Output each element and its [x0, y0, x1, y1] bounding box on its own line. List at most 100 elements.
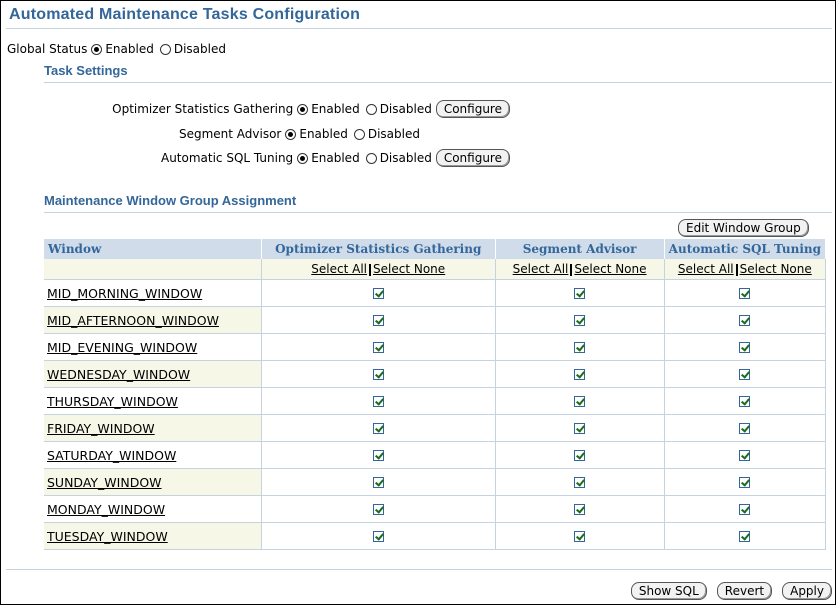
- optimizer-check-cell: [261, 495, 496, 523]
- window-link[interactable]: MID_EVENING_WINDOW: [47, 340, 197, 355]
- show-sql-button[interactable]: Show SQL: [630, 582, 707, 600]
- sqltuning-enabled-radio[interactable]: [297, 152, 309, 164]
- sql-tuning-check-cell: [664, 333, 827, 361]
- table-row: MONDAY_WINDOW: [44, 495, 827, 523]
- column-header-window: Window: [44, 239, 262, 259]
- sql-tuning-check-cell: [664, 522, 827, 550]
- window-link[interactable]: MID_AFTERNOON_WINDOW: [47, 313, 219, 328]
- optimizer-checkbox[interactable]: [372, 288, 384, 299]
- segment-enabled-radio[interactable]: [285, 128, 297, 140]
- optimizer-check-cell: [261, 360, 496, 388]
- sql-tuning-checkbox[interactable]: [739, 450, 751, 461]
- optimizer-checkbox[interactable]: [372, 504, 384, 515]
- window-group-divider: [44, 212, 832, 213]
- window-link[interactable]: FRIDAY_WINDOW: [47, 421, 155, 436]
- revert-button[interactable]: Revert: [716, 582, 773, 600]
- sqltuning-configure-button[interactable]: Configure: [435, 149, 510, 167]
- segment-checkbox[interactable]: [574, 369, 586, 380]
- window-cell: MID_MORNING_WINDOW: [44, 279, 262, 307]
- sql-tuning-checkbox[interactable]: [739, 504, 751, 515]
- segment-check-cell: [495, 387, 665, 415]
- window-cell: TUESDAY_WINDOW: [44, 522, 262, 550]
- sql-tuning-check-cell: [664, 360, 827, 388]
- window-link[interactable]: TUESDAY_WINDOW: [47, 529, 168, 544]
- optimizer-checkbox[interactable]: [372, 423, 384, 434]
- global-disabled-radio[interactable]: [159, 43, 171, 55]
- select-links-spacer: [44, 259, 262, 280]
- optimizer-disabled-label: Disabled: [379, 102, 432, 116]
- segment-check-cell: [495, 279, 665, 307]
- sql-tuning-checkbox[interactable]: [739, 396, 751, 407]
- sql-tuning-check-cell: [664, 468, 827, 496]
- task-name: Automatic SQL Tuning: [160, 151, 294, 165]
- sql-tuning-checkbox[interactable]: [739, 342, 751, 353]
- segment-checkbox[interactable]: [574, 477, 586, 488]
- segment-select-all-link[interactable]: Select All: [513, 262, 569, 276]
- window-cell: SUNDAY_WINDOW: [44, 468, 262, 496]
- optimizer-select-none-link[interactable]: Select None: [373, 262, 445, 276]
- optimizer-checkbox[interactable]: [372, 369, 384, 380]
- segment-checkbox[interactable]: [574, 315, 586, 326]
- apply-button[interactable]: Apply: [782, 582, 832, 600]
- global-enabled-radio[interactable]: [91, 43, 103, 55]
- table-row: MID_EVENING_WINDOW: [44, 333, 827, 361]
- task-row-sql-tuning: Automatic SQL Tuning Enabled Disabled Co…: [161, 149, 510, 167]
- global-status-label: Global Status: [7, 42, 88, 56]
- sql-tuning-checkbox[interactable]: [739, 315, 751, 326]
- optimizer-configure-button[interactable]: Configure: [435, 100, 510, 118]
- global-disabled-label: Disabled: [173, 42, 226, 56]
- footer-buttons: Show SQL Revert Apply: [629, 582, 832, 600]
- table-row: TUESDAY_WINDOW: [44, 522, 827, 550]
- table-row: SUNDAY_WINDOW: [44, 468, 827, 496]
- optimizer-checkbox[interactable]: [372, 531, 384, 542]
- window-link[interactable]: SUNDAY_WINDOW: [47, 475, 162, 490]
- segment-check-cell: [495, 414, 665, 442]
- window-link[interactable]: SATURDAY_WINDOW: [47, 448, 176, 463]
- window-cell: WEDNESDAY_WINDOW: [44, 360, 262, 388]
- window-link[interactable]: MONDAY_WINDOW: [47, 502, 165, 517]
- optimizer-checkbox[interactable]: [372, 477, 384, 488]
- optimizer-checkbox[interactable]: [372, 396, 384, 407]
- column-header-sql-tuning: Automatic SQL Tuning: [664, 239, 827, 259]
- segment-checkbox[interactable]: [574, 396, 586, 407]
- sql-tuning-checkbox[interactable]: [739, 423, 751, 434]
- link-separator: [369, 263, 372, 276]
- sql-tuning-checkbox[interactable]: [739, 477, 751, 488]
- segment-checkbox[interactable]: [574, 288, 586, 299]
- sqltuning-select-none-link[interactable]: Select None: [740, 262, 812, 276]
- segment-disabled-radio[interactable]: [353, 128, 365, 140]
- segment-check-cell: [495, 495, 665, 523]
- edit-window-group-button[interactable]: Edit Window Group: [678, 219, 809, 237]
- window-link[interactable]: MID_MORNING_WINDOW: [47, 286, 202, 301]
- optimizer-select-all-link[interactable]: Select All: [311, 262, 367, 276]
- table-row: WEDNESDAY_WINDOW: [44, 360, 827, 388]
- optimizer-disabled-radio[interactable]: [365, 103, 377, 115]
- segment-checkbox[interactable]: [574, 342, 586, 353]
- optimizer-checkbox[interactable]: [372, 450, 384, 461]
- segment-check-cell: [495, 522, 665, 550]
- select-links-segment: Select All Select None: [495, 259, 665, 280]
- sql-tuning-check-cell: [664, 414, 827, 442]
- task-settings-heading: Task Settings: [44, 63, 128, 78]
- sql-tuning-checkbox[interactable]: [739, 531, 751, 542]
- window-link[interactable]: THURSDAY_WINDOW: [47, 394, 178, 409]
- segment-checkbox[interactable]: [574, 504, 586, 515]
- column-header-optimizer: Optimizer Statistics Gathering: [261, 239, 496, 259]
- optimizer-enabled-radio[interactable]: [297, 103, 309, 115]
- optimizer-check-cell: [261, 306, 496, 334]
- window-cell: MONDAY_WINDOW: [44, 495, 262, 523]
- optimizer-checkbox[interactable]: [372, 342, 384, 353]
- window-link[interactable]: WEDNESDAY_WINDOW: [47, 367, 190, 382]
- global-enabled-label: Enabled: [105, 42, 154, 56]
- segment-checkbox[interactable]: [574, 450, 586, 461]
- sql-tuning-checkbox[interactable]: [739, 288, 751, 299]
- sqltuning-disabled-radio[interactable]: [365, 152, 377, 164]
- window-cell: SATURDAY_WINDOW: [44, 441, 262, 469]
- sql-tuning-checkbox[interactable]: [739, 369, 751, 380]
- optimizer-check-cell: [261, 387, 496, 415]
- segment-select-none-link[interactable]: Select None: [574, 262, 646, 276]
- sqltuning-select-all-link[interactable]: Select All: [678, 262, 734, 276]
- segment-checkbox[interactable]: [574, 423, 586, 434]
- optimizer-checkbox[interactable]: [372, 315, 384, 326]
- segment-checkbox[interactable]: [574, 531, 586, 542]
